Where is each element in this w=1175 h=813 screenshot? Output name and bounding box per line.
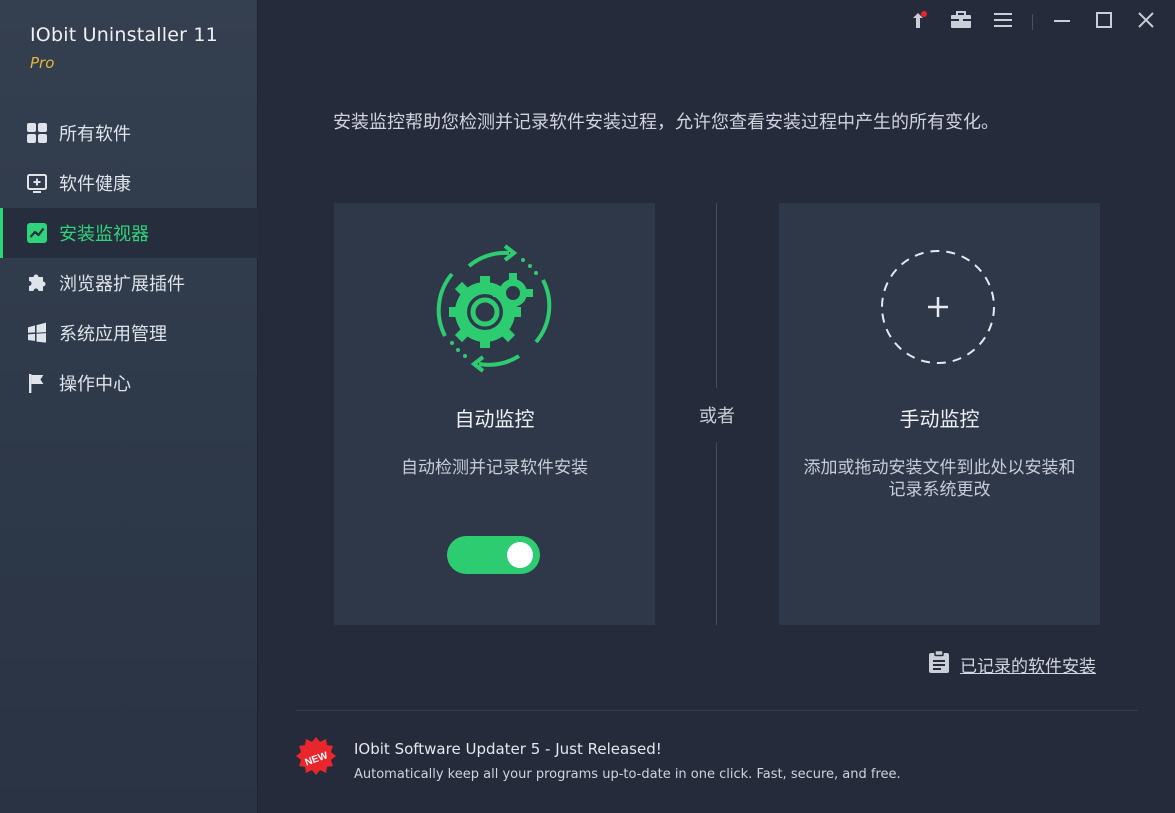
windows-icon: [26, 322, 48, 344]
bottom-divider: [296, 710, 1138, 711]
edition-label: Pro: [30, 54, 55, 72]
app-title: IObit Uninstaller 11: [30, 24, 218, 46]
divider-top: [716, 203, 717, 388]
sidebar-item-install-monitor[interactable]: 安装监视器: [0, 208, 258, 258]
sidebar-item-system-apps[interactable]: 系统应用管理: [0, 308, 258, 358]
promo-text: IObit Software Updater 5 - Just Released…: [354, 736, 901, 784]
promo-title: IObit Software Updater 5 - Just Released…: [354, 740, 662, 758]
sidebar-item-label: 安装监视器: [59, 224, 149, 245]
sidebar-item-label: 所有软件: [59, 124, 131, 145]
health-plus-icon: [26, 172, 48, 194]
auto-monitor-card: 自动监控 自动检测并记录软件安装: [334, 203, 655, 625]
new-badge-icon: NEW: [294, 736, 338, 784]
promo-desc: Automatically keep all your programs up-…: [354, 767, 901, 782]
manual-monitor-desc: 添加或拖动安装文件到此处以安装和记录系统更改: [803, 458, 1076, 500]
promo-banner[interactable]: NEW IObit Software Updater 5 - Just Rele…: [294, 736, 901, 784]
sidebar-item-action-center[interactable]: 操作中心: [0, 358, 258, 408]
recorded-installs-label: 已记录的软件安装: [960, 656, 1096, 677]
monitor-chart-icon: [26, 222, 48, 244]
manual-monitor-card[interactable]: 手动监控 添加或拖动安装文件到此处以安装和记录系统更改: [779, 203, 1100, 625]
sidebar-nav: 所有软件 软件健康 安装监视器 浏览器扩展插件 系统应用管理 操作中心: [0, 108, 258, 408]
clipboard-icon: [928, 649, 950, 678]
recorded-installs-link[interactable]: 已记录的软件安装: [928, 649, 1096, 678]
sidebar-item-software-health[interactable]: 软件健康: [0, 158, 258, 208]
add-circle-icon[interactable]: [878, 247, 998, 371]
manual-monitor-title: 手动监控: [899, 407, 980, 431]
sidebar-item-label: 系统应用管理: [59, 324, 167, 345]
or-label: 或者: [699, 406, 735, 427]
auto-monitor-gear-icon: [427, 236, 561, 384]
flag-icon: [26, 372, 48, 394]
sidebar-item-browser-extensions[interactable]: 浏览器扩展插件: [0, 258, 258, 308]
auto-monitor-toggle[interactable]: [447, 536, 540, 574]
sidebar-item-label: 软件健康: [59, 174, 131, 195]
auto-monitor-title: 自动监控: [454, 407, 535, 431]
sidebar-item-label: 浏览器扩展插件: [59, 274, 185, 295]
grid-icon: [26, 122, 48, 144]
puzzle-icon: [26, 272, 48, 294]
brand: IObit Uninstaller 11 Pro: [30, 24, 218, 72]
intro-text: 安装监控帮助您检测并记录软件安装过程，允许您查看安装过程中产生的所有变化。: [333, 112, 999, 133]
sidebar-item-all-software[interactable]: 所有软件: [0, 108, 258, 158]
sidebar: IObit Uninstaller 11 Pro 所有软件 软件健康 安装监视器: [0, 0, 258, 813]
sidebar-item-label: 操作中心: [59, 374, 131, 395]
toggle-knob: [507, 542, 533, 568]
auto-monitor-desc: 自动检测并记录软件安装: [401, 458, 588, 478]
divider-bottom: [716, 442, 717, 625]
main-panel: 安装监控帮助您检测并记录软件安装过程，允许您查看安装过程中产生的所有变化。 自动…: [258, 0, 1175, 813]
